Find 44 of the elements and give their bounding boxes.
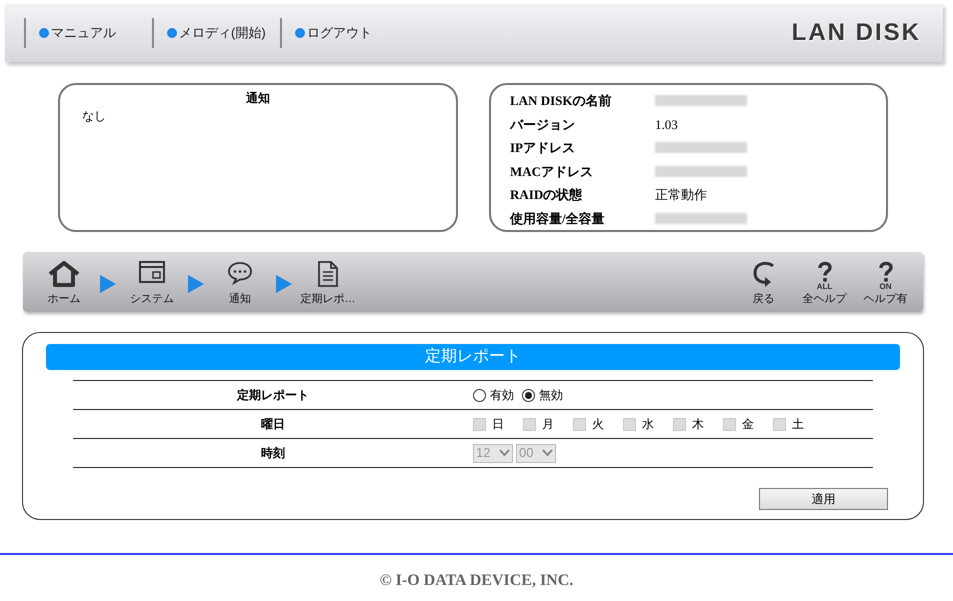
chevron-down-icon [499, 449, 510, 457]
copyright: © I-O DATA DEVICE, INC. [378, 571, 574, 591]
info-label: 使用容量/全容量 [510, 210, 606, 228]
row-label: 定期レポート [236, 387, 310, 404]
back-arrow-icon [750, 261, 776, 289]
top-link[interactable]: メロディ(開始) [152, 18, 280, 48]
radio-button[interactable] [473, 388, 486, 402]
bullet-icon [295, 28, 305, 38]
apply-button[interactable]: 適用 [759, 488, 888, 510]
info-label: RAIDの状態 [510, 186, 584, 204]
document-icon [318, 261, 338, 287]
info-label: MACアドレス [510, 162, 594, 180]
toolbar-button[interactable]: 戻る [736, 261, 791, 307]
info-label: LAN DISKの名前 [510, 92, 612, 110]
row-label: 時刻 [260, 445, 286, 462]
toolbar-button[interactable]: ALL 全ヘルプ [797, 261, 852, 307]
info-value: 1.03 [655, 116, 678, 134]
bullet-icon [167, 28, 177, 38]
breadcrumb-item[interactable]: 定期レポ… [297, 261, 359, 307]
breadcrumb-item[interactable]: システム [121, 261, 183, 307]
arrow-icon [100, 275, 116, 293]
toolbar-button[interactable]: ON ヘルプ有 [858, 261, 913, 307]
info-value: 正常動作 [655, 186, 707, 204]
bullet-icon [39, 28, 49, 38]
radio-option[interactable]: 有効 [473, 386, 514, 404]
radio-button[interactable] [522, 388, 535, 402]
notice-text: なし [82, 108, 107, 125]
breadcrumb-item[interactable]: 通知 [209, 261, 271, 307]
speech-bubble-icon [227, 261, 253, 285]
arrow-icon [276, 275, 292, 293]
window-icon [139, 261, 165, 283]
panel-title: 定期レポート [46, 344, 900, 370]
info-label: バージョン [510, 116, 576, 134]
row-label: 曜日 [260, 416, 286, 433]
radio-option[interactable]: 無効 [522, 386, 563, 404]
logo: LAN DISK [792, 18, 921, 48]
info-label: IPアドレス [510, 139, 576, 157]
top-link[interactable]: マニュアル [24, 18, 152, 48]
chevron-down-icon [542, 449, 553, 457]
notice-title: 通知 [245, 90, 271, 107]
home-icon [48, 261, 80, 287]
breadcrumb-item[interactable]: ホーム [33, 261, 95, 307]
top-link[interactable]: ログアウト [280, 18, 408, 48]
arrow-icon [188, 275, 204, 293]
